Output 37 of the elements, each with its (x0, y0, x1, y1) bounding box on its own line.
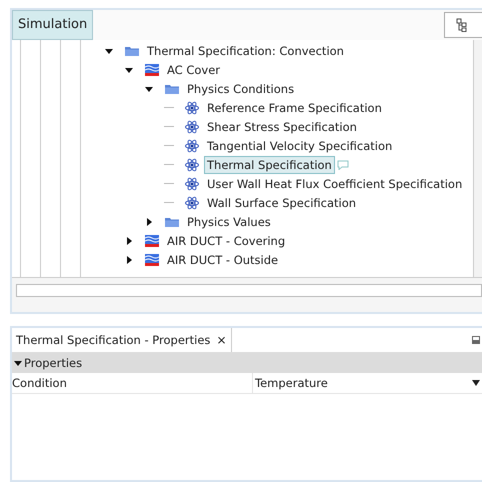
tree-item[interactable]: Physics Values (184, 212, 274, 230)
tree-item[interactable]: AIR DUCT - Covering (164, 232, 288, 250)
tab-title: Thermal Specification - Properties (16, 333, 210, 347)
hierarchy-icon (455, 18, 469, 32)
property-dropdown[interactable]: Temperature (253, 373, 482, 393)
atom-icon (184, 156, 200, 172)
atom-icon (184, 138, 200, 154)
region-icon (144, 62, 160, 76)
tree-item[interactable]: AIR DUCT - Outside (164, 250, 282, 268)
region-icon (144, 234, 160, 248)
tree-item[interactable]: AC Cover (164, 60, 224, 78)
tree-view-button[interactable] (444, 12, 482, 38)
simulation-tab[interactable]: Simulation (12, 10, 94, 40)
tree-item[interactable]: Thermal Specification: Convection (144, 42, 347, 60)
tree-item[interactable]: User Wall Heat Flux Coefficient Specification (204, 174, 466, 192)
tree-item[interactable]: Reference Frame Specification (204, 98, 385, 116)
expander-icon[interactable] (14, 359, 22, 367)
section-header[interactable]: Properties (12, 353, 482, 373)
scrollbar[interactable] (473, 40, 482, 277)
atom-icon (184, 176, 200, 192)
tree-item[interactable]: Physics Conditions (184, 80, 298, 98)
tree-item[interactable]: Tangential Velocity Specification (204, 136, 396, 154)
tree-item[interactable]: Wall Surface Specification (204, 194, 360, 212)
section-title: Properties (24, 356, 82, 370)
dropdown-arrow-icon (472, 380, 480, 386)
tree-item[interactable]: Shear Stress Specification (204, 118, 360, 136)
expander-icon[interactable] (124, 254, 134, 264)
expander-icon[interactable] (124, 236, 134, 246)
atom-icon (184, 100, 200, 116)
atom-icon (184, 194, 200, 210)
minimize-icon[interactable] (472, 336, 480, 344)
tree-item[interactable]: Thermal Specification (204, 156, 335, 174)
close-icon[interactable]: × (216, 333, 226, 347)
region-icon (144, 252, 160, 266)
expander-icon[interactable] (144, 216, 154, 226)
atom-icon (184, 118, 200, 134)
property-name: Condition (12, 373, 253, 393)
